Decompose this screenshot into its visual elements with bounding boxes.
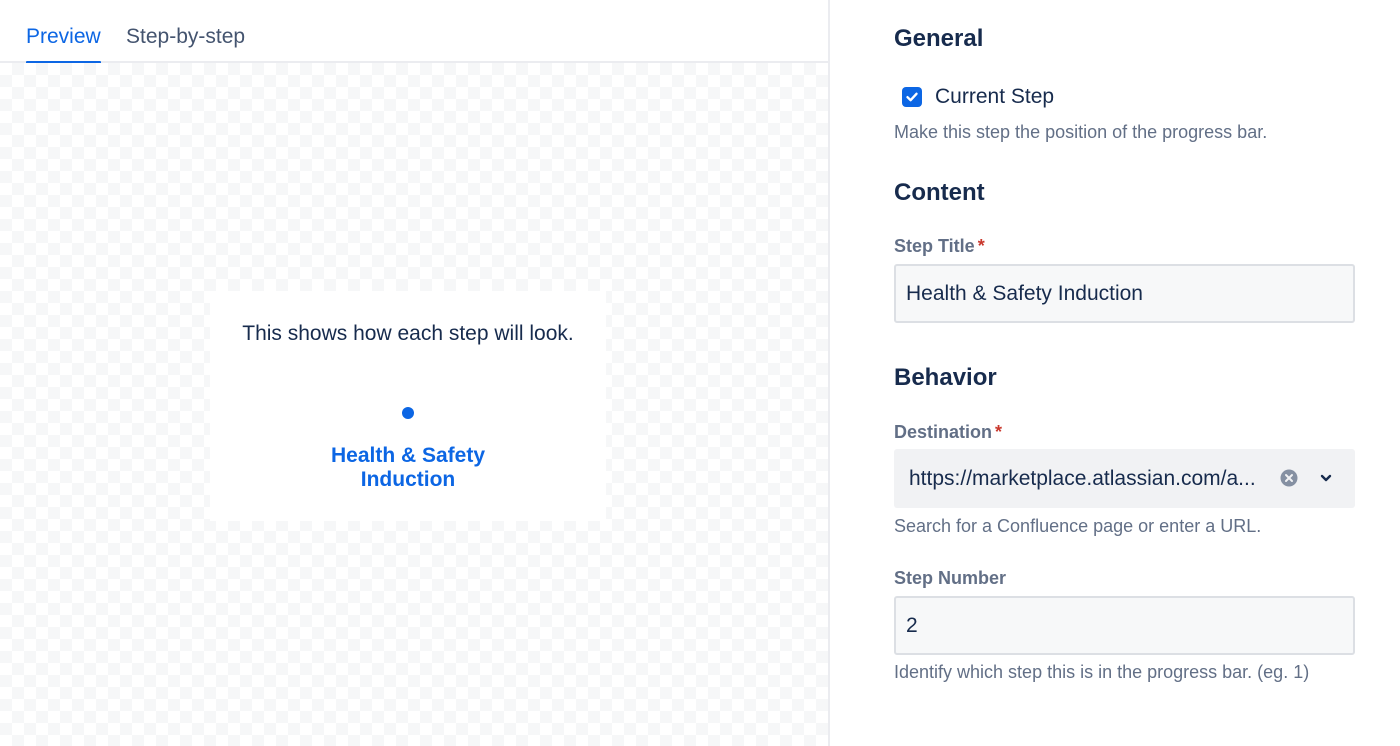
destination-value: https://marketplace.atlassian.com/a... (909, 467, 1256, 490)
tab-preview[interactable]: Preview (26, 24, 101, 64)
destination-helper: Search for a Confluence page or enter a … (894, 516, 1262, 536)
general-heading: General (894, 25, 984, 52)
required-mark: * (995, 422, 1003, 442)
progress-step-dot (402, 407, 414, 419)
step-number-helper: Identify which step this is in the progr… (894, 662, 1310, 682)
preview-step-title: Health & Safety Induction (330, 444, 486, 491)
step-title-input[interactable] (894, 264, 1355, 323)
step-title-label-text: Step Title (894, 236, 975, 256)
content-heading: Content (894, 179, 985, 206)
current-step-label[interactable]: Current Step (935, 84, 1054, 110)
preview-canvas: This shows how each step will look. Heal… (0, 63, 828, 746)
behavior-heading: Behavior (894, 364, 997, 391)
chevron-down-icon[interactable] (1317, 469, 1335, 487)
destination-select[interactable]: https://marketplace.atlassian.com/a... (894, 449, 1355, 508)
current-step-helper: Make this step the position of the progr… (894, 122, 1268, 142)
step-number-label: Step Number (894, 568, 1007, 588)
step-title-label: Step Title * (894, 235, 985, 257)
required-mark: * (977, 236, 985, 256)
current-step-checkbox[interactable] (902, 87, 922, 107)
settings-panel: General Current Step Make this step the … (830, 0, 1400, 746)
step-number-input[interactable] (894, 596, 1355, 655)
clear-icon[interactable] (1279, 468, 1299, 488)
tab-step-by-step[interactable]: Step-by-step (126, 24, 245, 62)
checkmark-icon (906, 92, 918, 102)
preview-description: This shows how each step will look. (242, 322, 574, 345)
destination-label-text: Destination (894, 422, 993, 442)
tab-bar: Preview Step-by-step (0, 0, 828, 64)
preview-pane: Preview Step-by-step This shows how each… (0, 0, 828, 746)
destination-label: Destination * (894, 421, 1002, 443)
preview-card: This shows how each step will look. Heal… (210, 291, 606, 521)
